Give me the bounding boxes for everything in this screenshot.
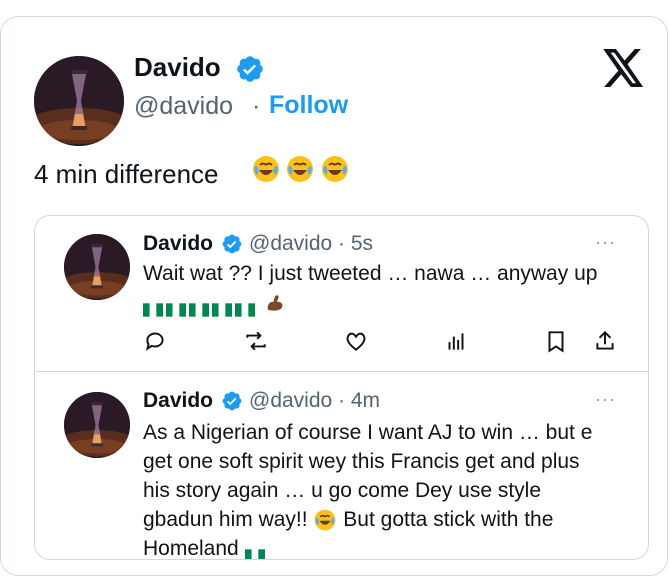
more-options-button[interactable]: ··· — [595, 232, 616, 253]
nigeria-flags — [143, 291, 264, 318]
author-avatar[interactable] — [34, 56, 124, 146]
bookmark-icon[interactable] — [543, 328, 569, 354]
quoted-author-avatar[interactable] — [64, 392, 130, 458]
more-options-button[interactable]: ··· — [595, 389, 616, 410]
views-icon[interactable] — [443, 328, 469, 354]
quoted-text-line: As a Nigerian of course I want AJ to win… — [143, 421, 593, 444]
author-handle[interactable]: @davido — [134, 92, 233, 121]
author-name[interactable]: Davido — [134, 52, 221, 83]
joy-emoji-icon — [285, 154, 315, 184]
nigeria-flag-icon — [189, 296, 209, 318]
quoted-tweet-text: As a Nigerian of course I want AJ to win… — [143, 418, 643, 559]
verified-badge-icon — [221, 233, 243, 255]
quoted-text-segment: But gotta stick with the — [343, 508, 554, 531]
quoted-handle-time[interactable]: @davido · 5s — [249, 232, 373, 256]
nigeria-flag-icon — [143, 296, 163, 318]
flexed-biceps-emoji-icon — [264, 292, 286, 314]
nigeria-flag-icon — [212, 296, 232, 318]
joy-emoji-icon — [320, 154, 350, 184]
quoted-text-line: get one soft spirit wey this Francis get… — [143, 450, 580, 473]
hourglass-avatar-image — [34, 56, 124, 146]
hourglass-avatar-image — [64, 392, 130, 458]
emoji-row — [251, 154, 350, 184]
joy-emoji-icon — [313, 508, 337, 532]
quoted-handle-time[interactable]: @davido · 4m — [249, 389, 380, 413]
share-icon[interactable] — [592, 328, 618, 354]
reply-icon[interactable] — [142, 328, 168, 354]
nigeria-flag-icon — [235, 296, 255, 318]
quoted-tweet-text: Wait wat ?? I just tweeted … nawa … anyw… — [143, 259, 613, 318]
quoted-author-avatar[interactable] — [64, 234, 130, 300]
tweet-divider — [35, 371, 648, 372]
quoted-text-line: his story again … u go come Dey use styl… — [143, 479, 542, 502]
follow-button[interactable]: Follow — [269, 91, 348, 120]
tweet-text: 4 min difference — [34, 159, 219, 189]
quoted-author-name[interactable]: Davido — [143, 232, 213, 256]
like-icon[interactable] — [343, 328, 369, 354]
quoted-text-line-with-flag: Homeland — [143, 534, 643, 559]
x-logo-icon[interactable] — [603, 49, 645, 87]
quoted-text-segment: gbadun him way!! — [143, 508, 308, 531]
verified-badge-icon — [235, 54, 265, 84]
quoted-author-name[interactable]: Davido — [143, 389, 213, 413]
retweet-icon[interactable] — [243, 328, 269, 354]
quoted-text-line-with-emoji: gbadun him way!! But gotta stick with th… — [143, 505, 643, 534]
quoted-tweets-container: Davido @davido · 5s ··· Wait wat ?? I ju… — [34, 215, 649, 560]
embedded-tweet-card: Davido @davido · Follow 4 min difference — [0, 16, 668, 576]
verified-badge-icon — [221, 390, 243, 412]
nigeria-flag-icon — [244, 542, 265, 559]
quoted-tweet-text-content: Wait wat ?? I just tweeted … nawa … anyw… — [143, 262, 598, 285]
hourglass-avatar-image — [64, 234, 130, 300]
nigeria-flag-icon — [166, 296, 186, 318]
joy-emoji-icon — [251, 154, 281, 184]
separator-dot: · — [252, 92, 261, 120]
